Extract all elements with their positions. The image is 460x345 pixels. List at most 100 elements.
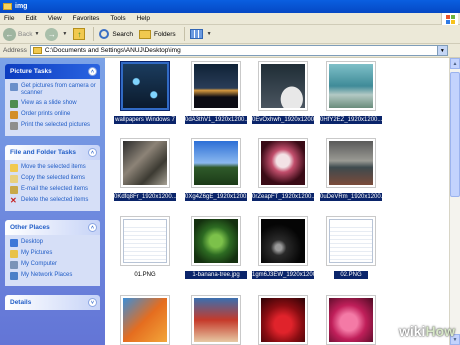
other-places-panel: Other Places ˄ Desktop My Pictures My Co… — [5, 220, 100, 286]
image-preview — [329, 64, 373, 108]
up-folder-button[interactable]: ↑ — [73, 28, 86, 40]
thumbnail[interactable] — [258, 295, 308, 345]
file-name[interactable]: 1gm6J3EW_1920x1200... — [252, 271, 314, 279]
file-tasks-header[interactable]: File and Folder Tasks ˄ — [5, 145, 100, 160]
collapse-icon[interactable]: ˄ — [88, 223, 97, 232]
picture-tasks-header[interactable]: Picture Tasks ˄ — [5, 64, 100, 79]
file-tasks-body: Move the selected items Copy the selecte… — [5, 160, 100, 211]
folders-button[interactable]: Folders — [138, 29, 176, 39]
thumbnail[interactable] — [258, 138, 308, 188]
thumbnail[interactable] — [191, 216, 241, 266]
chevron-down-icon: ▼ — [34, 31, 40, 37]
task-move[interactable]: Move the selected items — [10, 164, 96, 172]
place-my-computer[interactable]: My Computer — [10, 261, 96, 269]
details-header[interactable]: Details ˅ — [5, 295, 100, 310]
thumbnail[interactable] — [258, 61, 308, 111]
thumbnail[interactable] — [326, 61, 376, 111]
picture-tasks-body: Get pictures from camera or scanner View… — [5, 79, 100, 136]
toolbar-divider — [93, 27, 95, 41]
address-bar: Address C:\Documents and Settings\ANUJ\D… — [0, 44, 460, 58]
menu-edit[interactable]: Edit — [25, 15, 36, 22]
menu-view[interactable]: View — [48, 15, 62, 22]
forward-button[interactable]: → ▼ — [45, 27, 67, 41]
file-name[interactable]: 0HfY2EZ_1920x1200... — [320, 116, 382, 124]
image-preview — [123, 141, 167, 185]
title-bar: img — [0, 0, 460, 13]
file-name[interactable]: 01.PNG — [114, 271, 176, 279]
thumbnail[interactable] — [326, 295, 376, 345]
file-name[interactable]: 02.PNG — [334, 271, 368, 279]
thumbnail[interactable] — [120, 216, 170, 266]
file-name[interactable]: wallpapers Windows 7 — [114, 116, 176, 124]
task-order-prints[interactable]: Order prints online — [10, 111, 96, 119]
place-my-pictures[interactable]: My Pictures — [10, 250, 96, 258]
views-button[interactable]: ▼ — [189, 29, 212, 39]
task-email[interactable]: E-mail the selected items — [10, 186, 96, 194]
toolbar: ← Back ▼ → ▼ ↑ Search Folders ▼ — [0, 25, 460, 44]
image-preview — [329, 298, 373, 342]
task-slide-show[interactable]: View as a slide show — [10, 100, 96, 108]
image-preview — [194, 141, 238, 185]
collapse-icon[interactable]: ˄ — [88, 67, 97, 76]
thumbnail[interactable] — [326, 138, 376, 188]
file-name[interactable]: 0Kdfq8Fr_1920x1200... — [114, 193, 176, 201]
task-print-pictures[interactable]: Print the selected pictures — [10, 122, 96, 130]
thumbnail[interactable] — [191, 295, 241, 345]
menu-file[interactable]: File — [4, 15, 14, 22]
menu-bar: File Edit View Favorites Tools Help — [0, 13, 460, 25]
task-delete[interactable]: ✕ Delete the selected items — [10, 197, 96, 205]
picture-tasks-panel: Picture Tasks ˄ Get pictures from camera… — [5, 64, 100, 136]
my-pictures-icon — [10, 250, 18, 258]
image-preview — [329, 141, 373, 185]
printer-icon — [10, 122, 18, 130]
windows-logo-icon — [441, 13, 458, 25]
image-preview — [261, 219, 305, 263]
task-copy[interactable]: Copy the selected items — [10, 175, 96, 183]
other-places-header[interactable]: Other Places ˄ — [5, 220, 100, 235]
panel-title: Other Places — [10, 224, 50, 231]
file-name[interactable]: 0dA3thV1_1920x1200... — [185, 116, 247, 124]
panel-title: Picture Tasks — [10, 68, 52, 75]
vertical-scrollbar[interactable]: ▲ ▼ — [449, 58, 460, 345]
camera-icon — [10, 83, 18, 91]
file-name[interactable]: 1-banana-tree.jpg — [185, 271, 247, 279]
image-preview — [123, 64, 167, 108]
task-get-pictures[interactable]: Get pictures from camera or scanner — [10, 83, 96, 97]
address-field[interactable]: C:\Documents and Settings\ANUJ\Desktop\i… — [29, 45, 448, 56]
chevron-down-icon[interactable]: ▼ — [436, 46, 447, 55]
thumbnail[interactable] — [191, 61, 241, 111]
wikihow-watermark: wikiHow — [398, 323, 455, 339]
network-icon — [10, 272, 18, 280]
file-name[interactable]: 0rZeapFT_1920x1200... — [252, 193, 314, 201]
file-name[interactable]: 0Xg4Z6gE_1920x1200... — [185, 193, 247, 201]
panel-title: Details — [10, 299, 32, 306]
folder-icon — [3, 3, 12, 10]
image-preview — [123, 298, 167, 342]
thumbnail[interactable] — [326, 216, 376, 266]
place-network[interactable]: My Network Places — [10, 272, 96, 280]
menu-favorites[interactable]: Favorites — [73, 15, 100, 22]
back-button[interactable]: ← Back ▼ — [3, 27, 40, 41]
place-desktop[interactable]: Desktop — [10, 239, 96, 247]
file-tasks-panel: File and Folder Tasks ˄ Move the selecte… — [5, 145, 100, 211]
scroll-up-icon[interactable]: ▲ — [450, 58, 460, 69]
thumbnail[interactable] — [120, 61, 170, 111]
menu-tools[interactable]: Tools — [110, 15, 125, 22]
views-icon — [189, 29, 203, 39]
search-button[interactable]: Search — [99, 29, 133, 39]
thumbnail[interactable] — [258, 216, 308, 266]
file-name[interactable]: 0uDeVRm_1920x1200... — [320, 193, 382, 201]
expand-icon[interactable]: ˅ — [88, 298, 97, 307]
collapse-icon[interactable]: ˄ — [88, 148, 97, 157]
thumbnail[interactable] — [120, 295, 170, 345]
folders-icon — [138, 29, 151, 39]
folder-icon — [32, 47, 42, 54]
thumbnail[interactable] — [191, 138, 241, 188]
scrollbar-thumb[interactable] — [450, 72, 460, 197]
delete-icon: ✕ — [10, 196, 17, 205]
desktop-icon — [10, 239, 18, 247]
menu-help[interactable]: Help — [137, 15, 150, 22]
file-name[interactable]: 0EvOxhwh_1920x1200... — [252, 116, 314, 124]
thumbnail[interactable] — [120, 138, 170, 188]
image-preview — [123, 219, 167, 263]
